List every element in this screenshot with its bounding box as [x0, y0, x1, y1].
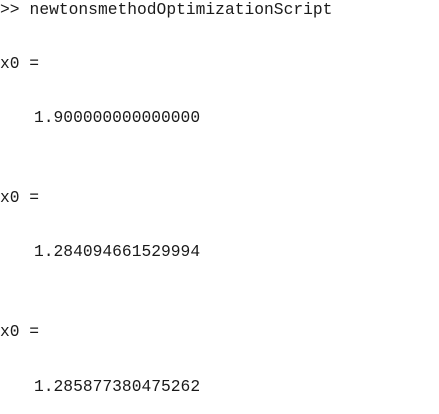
entered-command: newtonsmethodOptimizationScript [29, 0, 333, 19]
output-variable-value: 1.285877380475262 [34, 377, 201, 396]
output-variable-label: x0 = [0, 188, 40, 207]
output-variable-value: 1.900000000000000 [34, 108, 201, 127]
output-variable-label: x0 = [0, 322, 40, 341]
output-variable-label: x0 = [0, 54, 40, 73]
output-variable-value: 1.284094661529994 [34, 242, 201, 261]
prompt-symbol: >> [0, 0, 20, 19]
command-window[interactable]: >> newtonsmethodOptimizationScript x0 = 1… [0, 0, 439, 414]
command-line[interactable]: >> newtonsmethodOptimizationScript [0, 0, 332, 20]
